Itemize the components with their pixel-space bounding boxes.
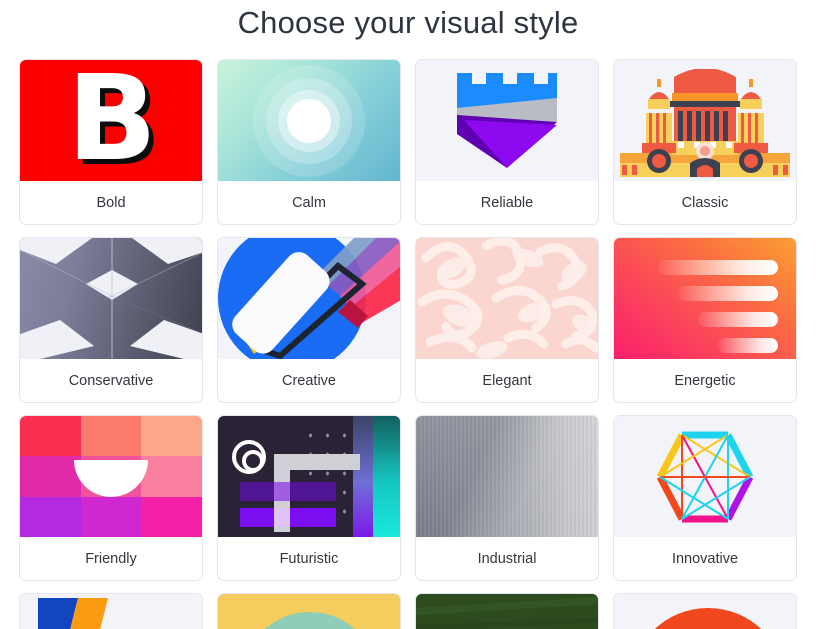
style-label: Conservative [68, 372, 154, 389]
color-cell [141, 456, 202, 497]
calm-concentric-circles-thumb [218, 60, 400, 181]
style-label: Industrial [477, 550, 537, 567]
isometric-pattern-icon [20, 238, 202, 359]
style-card-futuristic[interactable]: Futuristic [217, 415, 401, 581]
style-label: Bold [96, 194, 126, 211]
color-cell [80, 496, 142, 537]
partial-blue-orange-dot-thumb [38, 598, 108, 629]
partial-orange-cream-arcs-thumb [654, 608, 762, 629]
style-card-partial-2[interactable] [217, 593, 401, 629]
conservative-isometric-blocks-thumb [20, 238, 202, 359]
style-card-partial-1[interactable] [19, 593, 203, 629]
circuit-node-pale [274, 508, 290, 527]
metal-sheen [416, 416, 598, 537]
bold-letter-b-thumb: B [20, 60, 202, 181]
speed-line-3 [698, 312, 778, 327]
style-card-partial-3[interactable] [415, 593, 599, 629]
color-cell [20, 496, 81, 537]
paintbrush-icon [218, 238, 400, 359]
speed-line-2 [678, 286, 778, 301]
color-cell [80, 416, 142, 457]
partial-style-row [0, 593, 816, 629]
elegant-damask-pattern-thumb [416, 238, 598, 359]
circuit-node-light-purple [274, 482, 290, 501]
style-label: Futuristic [279, 550, 339, 567]
color-cell [20, 456, 81, 497]
letter-b-mark: B [67, 60, 157, 181]
target-ring-icon [232, 440, 266, 474]
industrial-brushed-metal-thumb [416, 416, 598, 537]
style-card-energetic[interactable]: Energetic [613, 237, 797, 403]
style-card-friendly[interactable]: Friendly [19, 415, 203, 581]
futuristic-circuit-target-thumb [218, 416, 400, 537]
innovative-hexagon-network-thumb [614, 416, 796, 537]
style-card-partial-4[interactable] [613, 593, 797, 629]
style-card-elegant[interactable]: Elegant [415, 237, 599, 403]
style-label: Energetic [674, 372, 736, 389]
classic-palace-building-thumb [614, 60, 796, 181]
calm-center-dot [287, 98, 331, 143]
teal-gradient-strip [373, 416, 400, 537]
energetic-speed-lines-thumb [614, 238, 796, 359]
damask-motif-icon [417, 238, 598, 359]
style-card-creative[interactable]: Creative [217, 237, 401, 403]
style-card-innovative[interactable]: Innovative [613, 415, 797, 581]
partial-yellow-teal-arcs-thumb [265, 612, 355, 629]
creative-paintbrush-streaks-thumb [218, 238, 400, 359]
visual-style-grid: B Bold Calm Reliable Classic Conservativ… [0, 59, 816, 581]
style-label: Innovative [671, 550, 739, 567]
color-cell [141, 416, 202, 457]
palace-building-icon [620, 69, 790, 177]
style-card-conservative[interactable]: Conservative [19, 237, 203, 403]
speed-line-4 [718, 338, 778, 353]
partial-dark-green-texture-thumb [416, 594, 598, 629]
style-label: Reliable [480, 194, 534, 211]
shield-castle-icon [457, 68, 557, 168]
color-cell [20, 416, 81, 457]
speed-line-1 [658, 260, 778, 275]
friendly-color-grid-smile-thumb [20, 416, 202, 537]
style-card-industrial[interactable]: Industrial [415, 415, 599, 581]
style-label: Friendly [85, 550, 137, 567]
style-label: Classic [681, 194, 729, 211]
color-cell [141, 496, 202, 537]
page-title: Choose your visual style [237, 5, 579, 40]
style-label: Calm [292, 194, 326, 211]
style-card-reliable[interactable]: Reliable [415, 59, 599, 225]
style-card-classic[interactable]: Classic [613, 59, 797, 225]
violet-gradient-strip [353, 416, 373, 537]
style-label: Creative [282, 372, 336, 389]
style-card-calm[interactable]: Calm [217, 59, 401, 225]
reliable-shield-castle-thumb [416, 60, 598, 181]
hexagon-network-icon [656, 431, 754, 522]
style-card-bold[interactable]: B Bold [19, 59, 203, 225]
style-label: Elegant [482, 372, 532, 389]
